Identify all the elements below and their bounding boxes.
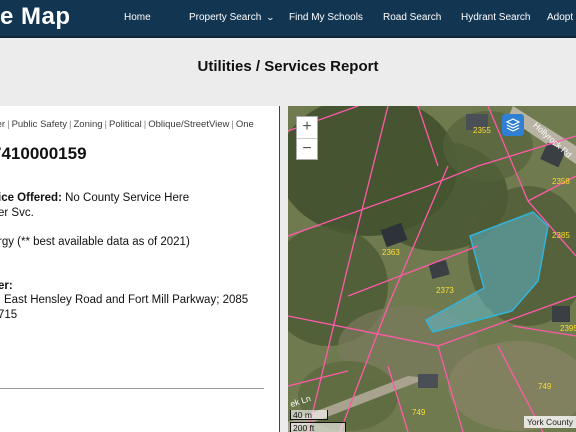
chevron-down-icon: ⌄	[265, 13, 276, 22]
tab-separator: |	[7, 119, 10, 130]
service-offered-line: ice Offered: No County Service Here	[0, 192, 189, 204]
site-brand[interactable]: e Map	[0, 3, 71, 31]
nav-adopt[interactable]: Adopt	[547, 12, 573, 23]
top-navigation: e Map Home Property Search ⌄ Find My Scho…	[0, 0, 576, 38]
report-panel: ter|Public Safety|Zoning|Political|Obliq…	[0, 106, 280, 432]
map-label: 2355	[473, 126, 491, 135]
tab-water[interactable]: ter	[0, 119, 5, 130]
nav-road-search[interactable]: Road Search	[383, 12, 441, 23]
address-line-2: 715	[0, 309, 18, 321]
energy-line: rgy (** best available data as of 2021)	[0, 236, 190, 248]
nav-hydrant-search[interactable]: Hydrant Search	[461, 12, 530, 23]
nav-property-search-label: Property Search	[189, 12, 262, 23]
map-view[interactable]: 2355 2358 2363 2373 2385 2395 749 749 Ho…	[288, 106, 576, 432]
scale-metric: 40 m	[290, 410, 328, 420]
map-label: 2358	[552, 177, 570, 186]
map-label: 2363	[382, 248, 400, 257]
zoom-out-button[interactable]: −	[297, 139, 317, 161]
tab-political[interactable]: Political	[109, 119, 142, 130]
scale-imperial: 200 ft	[290, 422, 346, 432]
tab-oblique-streetview[interactable]: Oblique/StreetView	[148, 119, 229, 130]
service-line-2: er Svc.	[0, 207, 34, 219]
service-value: No County Service Here	[61, 192, 190, 204]
report-tabs: ter|Public Safety|Zoning|Political|Obliq…	[0, 119, 254, 130]
tab-public-safety[interactable]: Public Safety	[12, 119, 67, 130]
divider	[0, 388, 264, 389]
section-label: er:	[0, 280, 13, 292]
tab-one[interactable]: One	[236, 119, 254, 130]
service-label: ice Offered:	[0, 192, 62, 204]
nav-home[interactable]: Home	[124, 12, 151, 23]
aerial-imagery	[288, 106, 576, 432]
address-line-1: East Hensley Road and Fort Mill Parkway;…	[4, 294, 249, 306]
tab-separator: |	[104, 119, 108, 130]
map-label: 2373	[436, 286, 454, 295]
tab-zoning[interactable]: Zoning	[73, 119, 102, 130]
parcel-number: 7410000159	[0, 144, 87, 163]
nav-find-my-schools[interactable]: Find My Schools	[289, 12, 363, 23]
map-label: 2395	[560, 324, 576, 333]
tab-separator: |	[143, 119, 147, 130]
layers-button[interactable]	[502, 114, 524, 136]
map-label: 2385	[552, 231, 570, 240]
title-band: Utilities / Services Report	[0, 40, 576, 106]
tab-separator: |	[69, 119, 72, 130]
map-attribution: York County	[524, 416, 576, 428]
zoom-control: + −	[296, 116, 318, 160]
layers-icon	[505, 118, 521, 132]
page-title: Utilities / Services Report	[197, 58, 379, 75]
nav-property-search[interactable]: Property Search ⌄	[189, 12, 276, 23]
zoom-in-button[interactable]: +	[297, 117, 317, 139]
map-label: 749	[538, 382, 552, 391]
map-label: 749	[412, 408, 426, 417]
tab-separator: |	[231, 119, 234, 130]
